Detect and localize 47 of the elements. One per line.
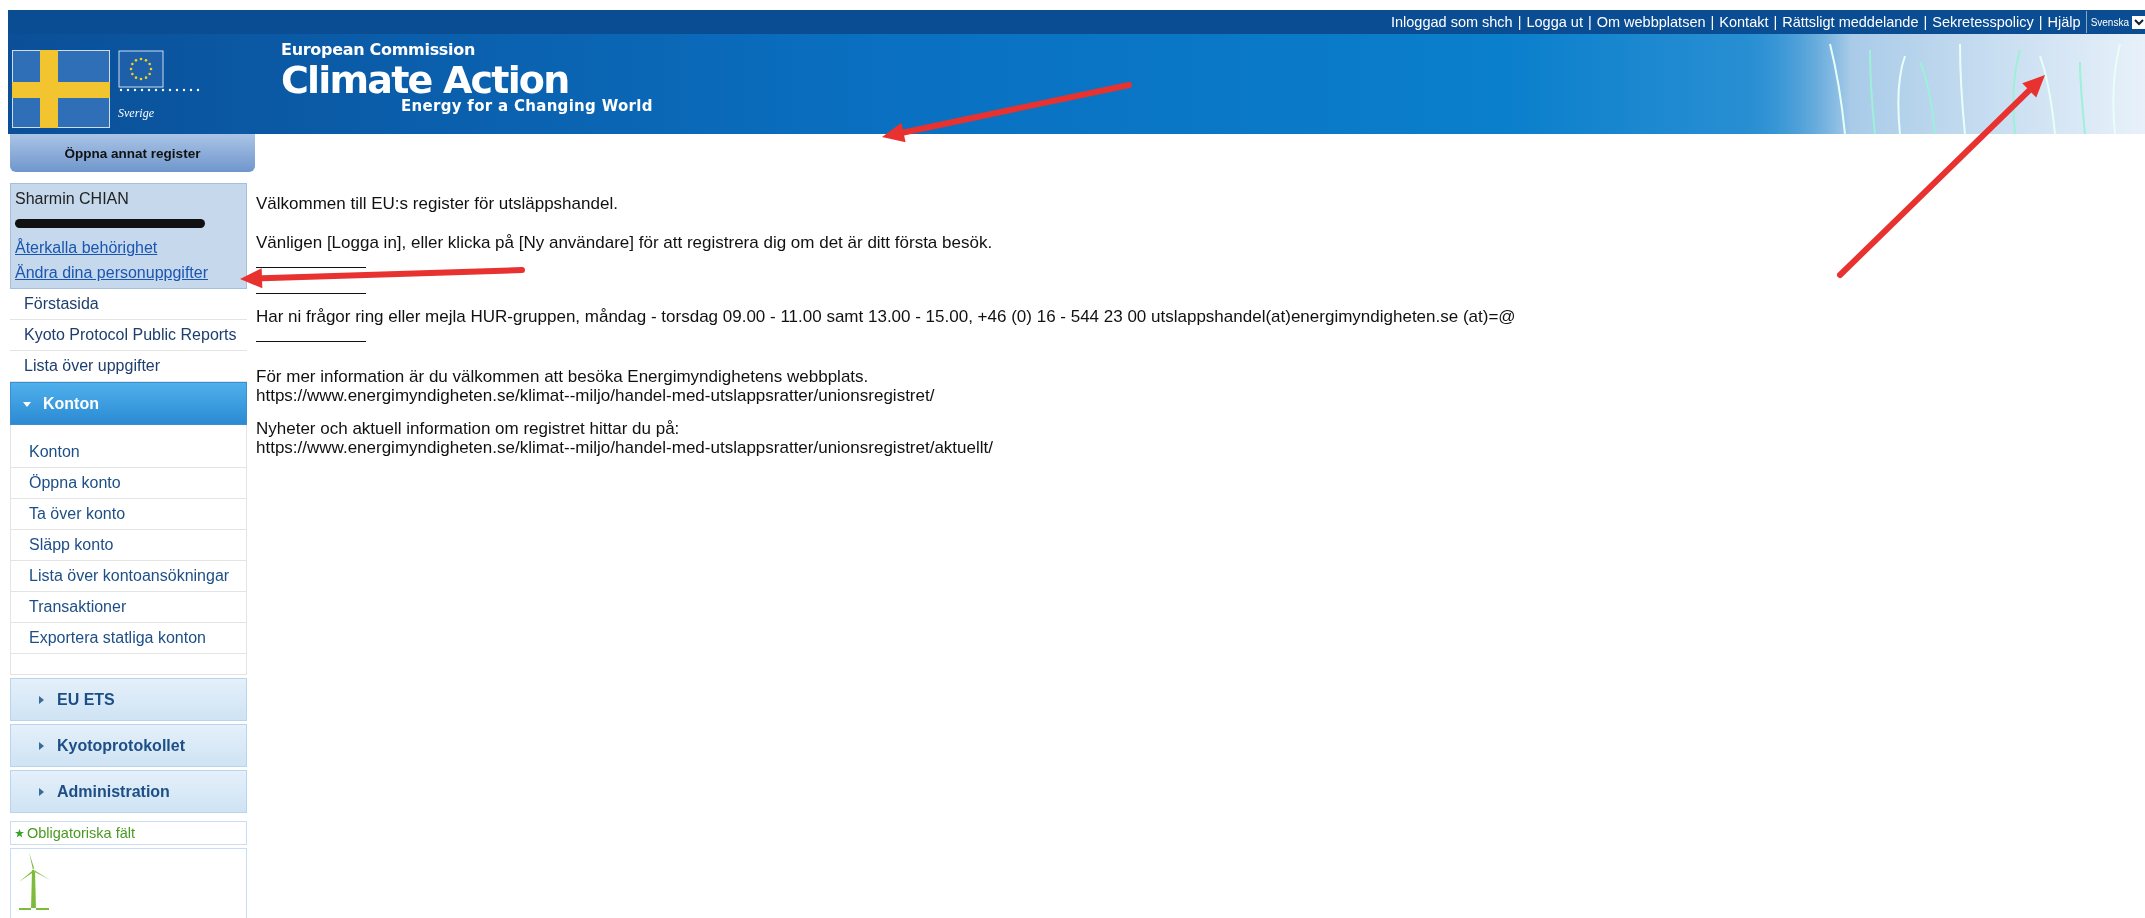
nav-section-header[interactable]: EU ETS	[10, 678, 247, 721]
nav-subitem[interactable]: Exportera statliga konton	[11, 623, 246, 654]
separator: |	[2038, 14, 2043, 30]
user-link[interactable]: Återkalla behörighet	[15, 239, 242, 257]
separator: |	[1517, 14, 1522, 30]
user-name: Sharmin CHIAN	[15, 190, 130, 208]
caret-right-icon	[37, 787, 45, 796]
eu-flag-icon	[118, 50, 164, 88]
separator: |	[1710, 14, 1715, 30]
separator: |	[1923, 14, 1928, 30]
nav-item[interactable]: Kyoto Protocol Public Reports	[10, 320, 247, 351]
top-link[interactable]: Sekretesspolicy	[1932, 14, 2034, 30]
nav-subitem[interactable]: Transaktioner	[11, 592, 246, 623]
paragraph: För mer information är du välkommen att besöka Energimyndighetens webbplats. https://www.energimyndigheten.se/klimat--miljo/handel-med-utslappsratter/unionsregistret/	[256, 367, 936, 405]
paragraph: Nyheter och aktuell information om registret hittar du på: https://www.energimyndigheten.se/klimat--miljo/handel-med-utslappsratter/unionsregistret/aktuellt/	[256, 419, 994, 457]
swedish-flag-icon	[12, 50, 110, 128]
paragraph: Vänligen [Logga in], eller klicka på [Ny användare] för att registrera dig om det är ditt första besök.	[256, 233, 994, 252]
top-link[interactable]: Inloggad som shch	[1390, 14, 1513, 30]
caret-down-icon	[23, 399, 31, 408]
top-link[interactable]: Logga ut	[1526, 14, 1583, 30]
caret-right-icon	[37, 741, 45, 750]
nav-item[interactable]: Förstasida	[10, 289, 247, 320]
star-icon	[15, 828, 24, 838]
site-tagline: Energy for a Changing World	[401, 97, 653, 115]
nav-subitem[interactable]: Lista över kontoansökningar	[11, 561, 246, 592]
organization-name: European Commission	[281, 40, 477, 59]
nav-subitem[interactable]: Släpp konto	[11, 530, 246, 561]
legend-text: Obligatoriska fält	[27, 825, 135, 841]
language-select[interactable]: Svenska	[2085, 11, 2145, 33]
separator: |	[1773, 14, 1778, 30]
top-link[interactable]: Rättsligt meddelande	[1782, 14, 1919, 30]
nav-subitem[interactable]: Ta över konto	[11, 499, 246, 530]
top-link[interactable]: Kontakt	[1719, 14, 1769, 30]
paragraph: Välkommen till EU:s register för utsläppshandel.	[256, 194, 619, 213]
separator: |	[1587, 14, 1592, 30]
caret-right-icon	[37, 695, 45, 704]
chevron-down-icon	[2132, 15, 2145, 29]
nav-subitem[interactable]: Konton	[11, 437, 246, 468]
paragraph: Har ni frågor ring eller mejla HUR-gruppen, måndag - torsdag 09.00 - 11.00 samt 13.00 - 15.00, +46 (0) 16 - 544 23 00 utslappshandel(at)energimyndigheten.se (at)=@	[256, 307, 1516, 326]
open-register-tab[interactable]: Öppna annat register	[10, 134, 255, 172]
top-link[interactable]: Om webbplatsen	[1596, 14, 1706, 30]
user-link[interactable]: Ändra dina personuppgifter	[15, 264, 242, 282]
nav-section-header[interactable]: Kyotoprotokollet	[10, 724, 247, 767]
nav-subitem[interactable]: Öppna konto	[11, 468, 246, 499]
top-link[interactable]: Hjälp	[2047, 14, 2081, 30]
country-name: Sverige	[118, 106, 155, 121]
nav-section-header[interactable]: Administration	[10, 770, 247, 813]
